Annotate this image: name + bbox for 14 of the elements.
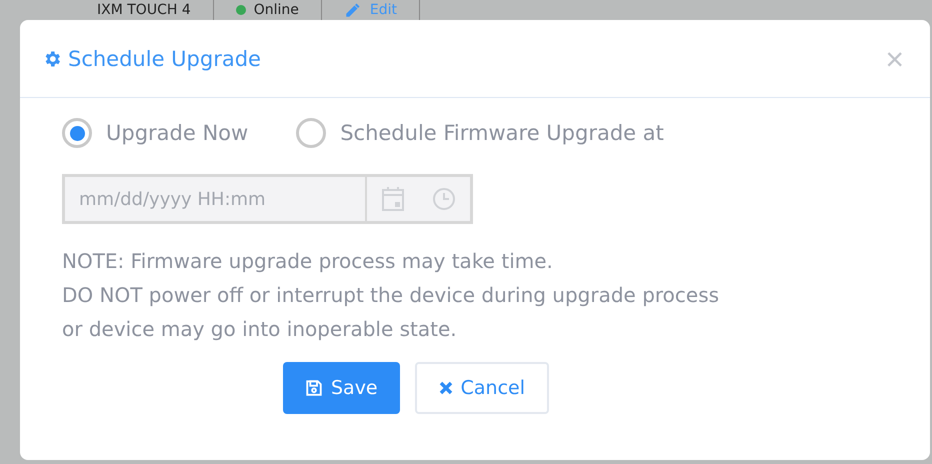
edit-link[interactable]: Edit (370, 1, 398, 19)
close-icon (438, 381, 453, 395)
dialog-title: Schedule Upgrade (68, 46, 261, 70)
device-name: IXM TOUCH 4 (97, 1, 191, 19)
pencil-icon (344, 1, 362, 19)
cancel-button[interactable]: Cancel (414, 362, 549, 414)
close-button[interactable]: × (885, 42, 904, 74)
calendar-icon[interactable] (380, 186, 405, 212)
save-button[interactable]: Save (282, 362, 400, 414)
upgrade-note: NOTE: Firmware upgrade process may take time. DO NOT power off or interrupt the device during upgrade process or device may go into inoperable state. (62, 248, 720, 343)
status-label: Online (254, 1, 299, 19)
radio-option[interactable]: Upgrade Now (62, 118, 248, 148)
radio-option[interactable]: Schedule Firmware Upgrade at (296, 118, 664, 148)
clock-icon[interactable] (432, 187, 456, 211)
